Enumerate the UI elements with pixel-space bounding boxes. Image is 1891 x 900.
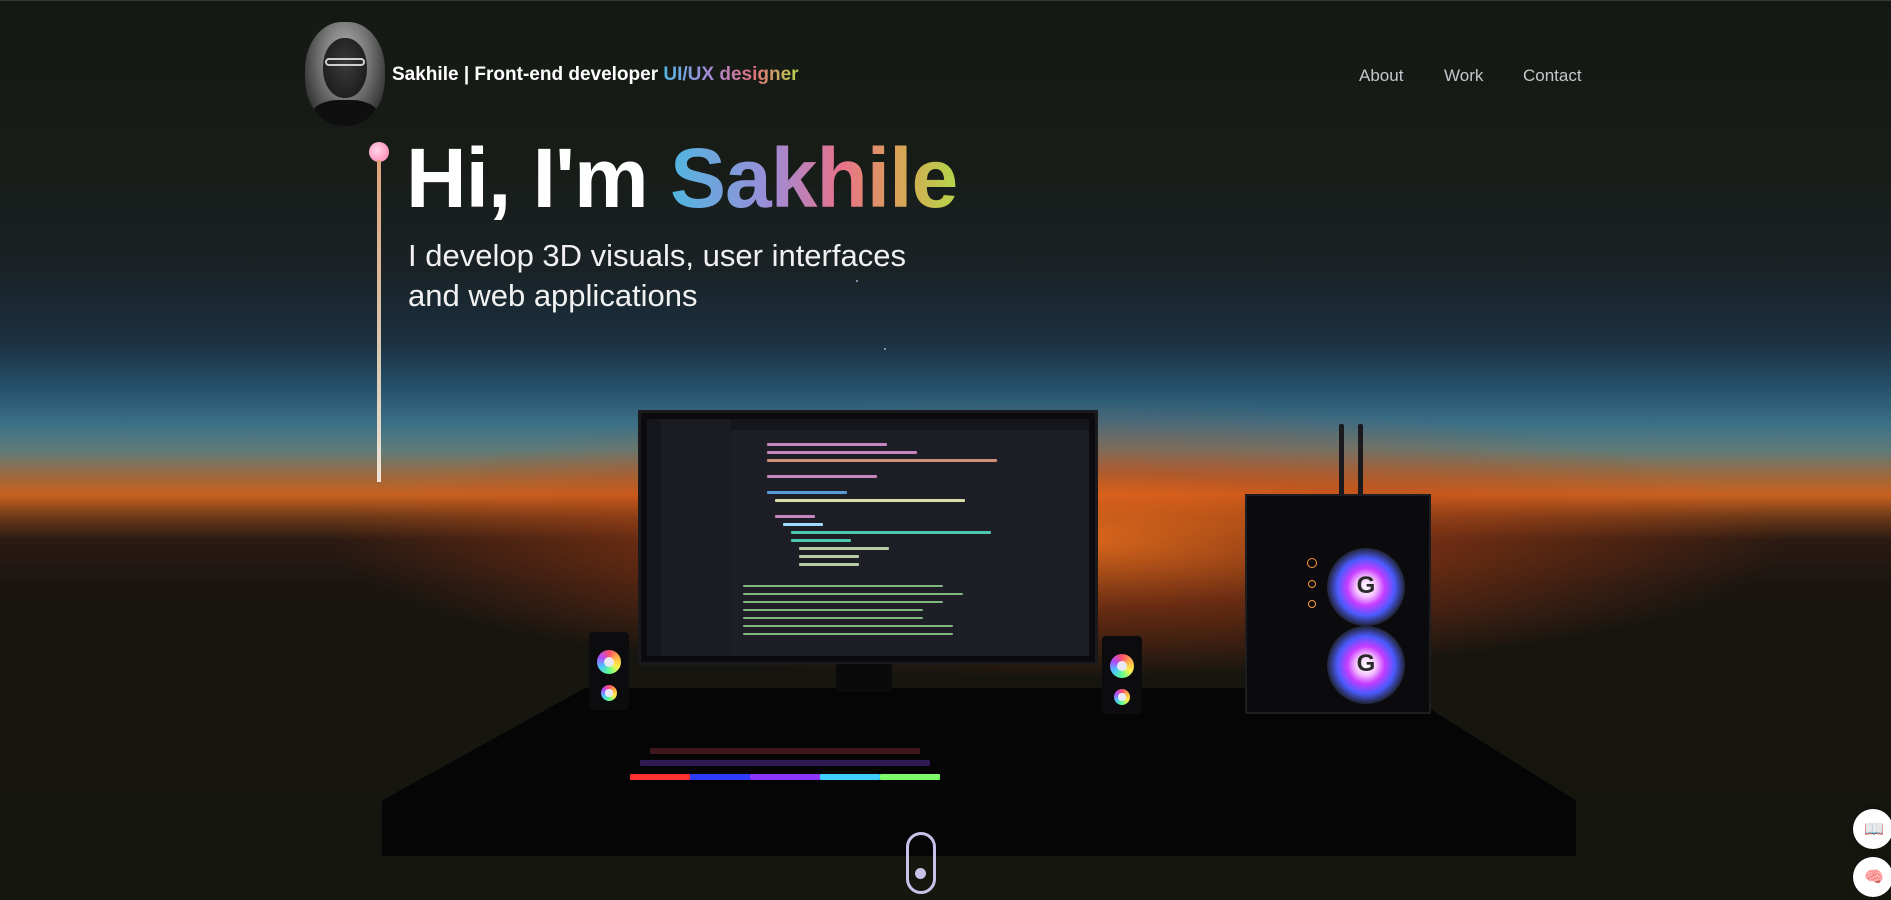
code-line xyxy=(767,491,847,494)
brand-role: Front-end developer xyxy=(474,64,664,85)
monitor-stand xyxy=(836,664,892,692)
speaker-ring xyxy=(601,685,617,701)
keyboard xyxy=(630,746,948,786)
terminal-line xyxy=(743,617,923,619)
keyboard-key-row xyxy=(630,774,690,780)
code-line xyxy=(783,523,823,526)
keyboard-key-row xyxy=(690,774,750,780)
scroll-indicator-dot xyxy=(915,868,926,879)
code-line xyxy=(767,475,877,478)
avatar-glasses xyxy=(325,58,365,66)
code-line xyxy=(767,443,887,446)
brand-separator: | xyxy=(458,64,475,85)
scroll-indicator[interactable] xyxy=(906,832,936,894)
keyboard-key-row xyxy=(640,760,930,766)
nav-contact[interactable]: Contact xyxy=(1523,66,1582,86)
speaker-ring xyxy=(1114,689,1130,705)
code-line xyxy=(767,451,917,454)
pc-led xyxy=(1308,580,1316,588)
brand-title[interactable]: Sakhile | Front-end developer UI/UX desi… xyxy=(392,64,799,86)
keyboard-key-row xyxy=(650,748,920,754)
monitor-screen xyxy=(647,419,1089,656)
terminal-line xyxy=(743,593,963,595)
code-line xyxy=(775,499,965,502)
terminal-line xyxy=(743,585,943,587)
editor-tabs xyxy=(731,419,1089,430)
nav-work[interactable]: Work xyxy=(1444,66,1483,86)
editor-activity-bar xyxy=(647,419,661,656)
brand-name: Sakhile xyxy=(392,64,459,85)
code-line xyxy=(791,531,991,534)
keyboard-key-row xyxy=(750,774,820,780)
star xyxy=(884,348,886,350)
hero-name: Sakhile xyxy=(670,131,958,225)
code-line xyxy=(799,555,859,558)
brand-uiux: UI/UX designer xyxy=(663,64,799,85)
pc-led xyxy=(1307,558,1317,568)
code-line xyxy=(799,563,859,566)
side-button-brain[interactable]: 🧠 xyxy=(1853,857,1891,897)
editor-explorer xyxy=(661,419,731,656)
terminal-line xyxy=(743,633,953,635)
top-divider xyxy=(0,0,1891,1)
side-button-book[interactable]: 📖 xyxy=(1853,809,1891,849)
keyboard-key-row xyxy=(880,774,940,780)
hero-title: Hi, I'm Sakhile xyxy=(406,136,958,220)
terminal-line xyxy=(743,601,943,603)
timeline-line xyxy=(377,160,381,482)
code-line xyxy=(799,547,889,550)
timeline-dot xyxy=(369,142,389,162)
speaker-ring xyxy=(597,650,621,674)
monitor xyxy=(638,410,1098,665)
pc-fan xyxy=(1327,548,1405,626)
keyboard-key-row xyxy=(820,774,880,780)
avatar[interactable] xyxy=(305,22,385,126)
terminal-line xyxy=(743,609,923,611)
left-speaker xyxy=(589,632,629,710)
hero-subtitle: I develop 3D visuals, user interfaces an… xyxy=(408,238,906,313)
wifi-antenna xyxy=(1358,424,1363,498)
pc-fan xyxy=(1327,626,1405,704)
avatar-shirt xyxy=(311,100,379,126)
terminal-line xyxy=(743,625,953,627)
pc-tower xyxy=(1245,494,1431,714)
code-line xyxy=(767,459,997,462)
book-icon: 📖 xyxy=(1864,819,1884,838)
code-line xyxy=(775,515,815,518)
brain-icon: 🧠 xyxy=(1864,867,1884,886)
nav-about[interactable]: About xyxy=(1359,66,1403,86)
hero-greeting: Hi, I'm xyxy=(406,131,671,225)
right-speaker xyxy=(1102,636,1142,714)
wifi-antenna xyxy=(1339,424,1344,498)
code-line xyxy=(791,539,851,542)
avatar-face xyxy=(323,38,367,98)
pc-led xyxy=(1308,600,1316,608)
speaker-ring xyxy=(1110,654,1134,678)
